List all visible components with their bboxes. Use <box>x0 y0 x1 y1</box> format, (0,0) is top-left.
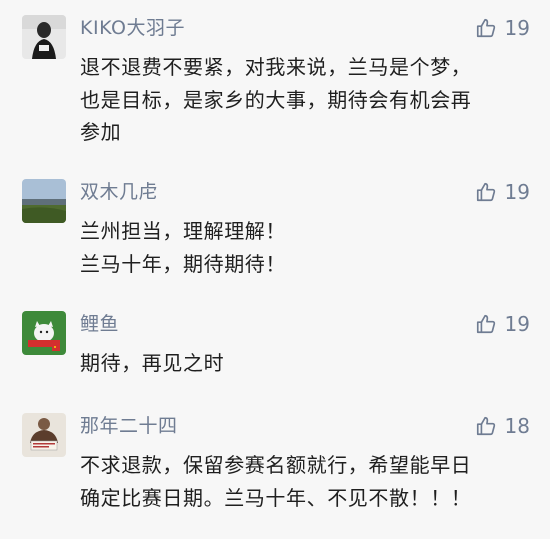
like-button[interactable]: 19 <box>475 179 530 205</box>
like-button[interactable]: 18 <box>475 413 530 439</box>
comment-text: 期待，再见之时 <box>80 351 225 375</box>
comment-text: 退不退费不要紧，对我来说，兰马是个梦， 也是目标，是家乡的大事，期待会有机会再 … <box>80 55 472 144</box>
like-button[interactable]: 19 <box>475 311 530 337</box>
like-count: 19 <box>504 16 530 40</box>
comment-username[interactable]: KIKO大羽子 <box>80 15 185 41</box>
thumbs-up-icon <box>476 314 495 334</box>
avatar[interactable] <box>22 179 66 223</box>
thumbs-up-icon <box>476 416 495 436</box>
avatar[interactable] <box>22 413 66 457</box>
avatar[interactable] <box>22 15 66 59</box>
comment-text: 兰州担当，理解理解！ 兰马十年，期待期待！ <box>80 219 286 276</box>
comment-username[interactable]: 那年二十四 <box>80 413 178 439</box>
comment-username[interactable]: 双木几虍 <box>80 179 158 205</box>
thumbs-up-icon <box>476 182 495 202</box>
comment-text: 不求退款，保留参赛名额就行，希望能早日 确定比赛日期。兰马十年、不见不散！！！ <box>80 453 472 510</box>
like-count: 19 <box>504 180 530 204</box>
comment-username[interactable]: 鲤鱼 <box>80 311 119 337</box>
like-button[interactable]: 19 <box>475 15 530 41</box>
thumbs-up-icon <box>476 18 495 38</box>
like-count: 18 <box>504 414 530 438</box>
avatar[interactable] <box>22 311 66 355</box>
like-count: 19 <box>504 312 530 336</box>
